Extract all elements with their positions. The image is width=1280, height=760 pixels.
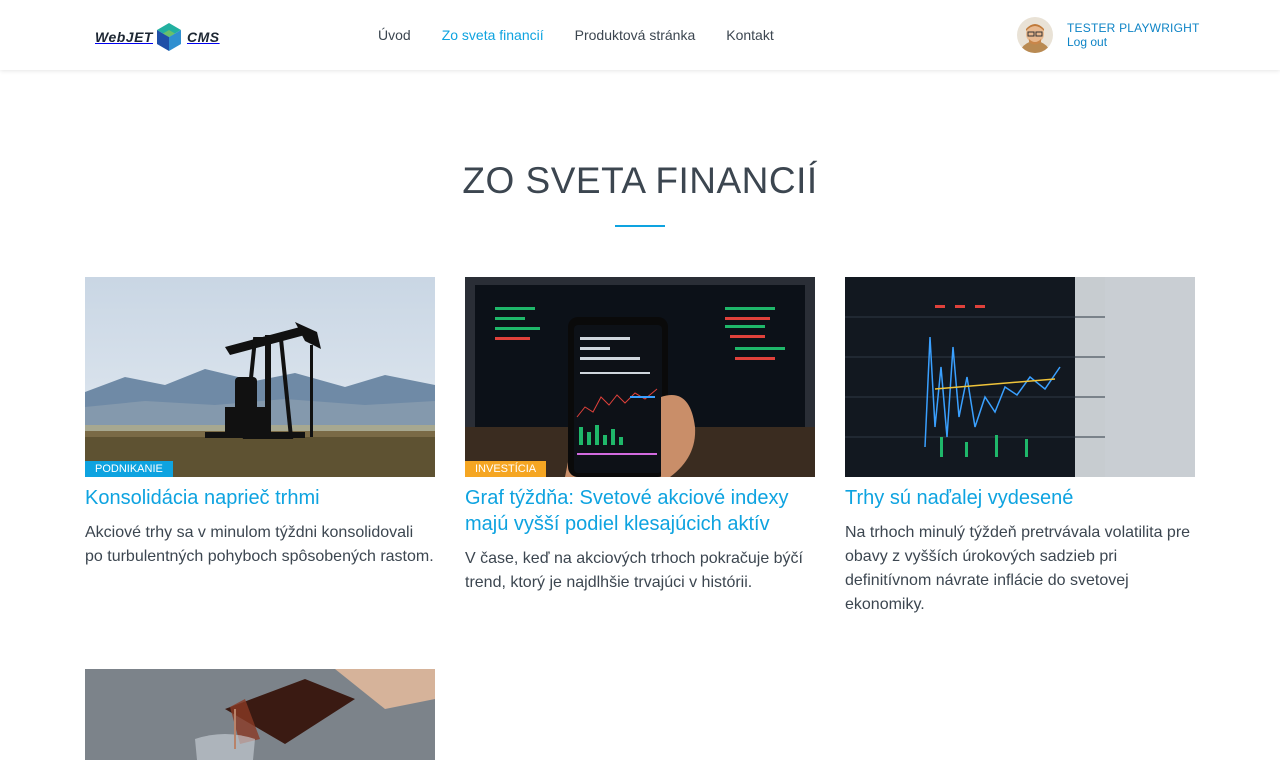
user-menu: TESTER PLAYWRIGHT Log out [1017,17,1200,53]
article-card: INVESTÍCIA Graf týždňa: Svetové akciové … [465,277,815,595]
page-title: ZO SVETA FINANCIÍ [462,160,818,201]
category-badge[interactable]: INVESTÍCIA [465,461,547,477]
nav-item-kontakt[interactable]: Kontakt [726,27,773,43]
nav-item-produktova-stranka[interactable]: Produktová stránka [575,27,696,43]
nav-item-uvod[interactable]: Úvod [378,27,411,43]
article-image-trading-screen[interactable] [845,277,1195,477]
title-divider [615,225,665,227]
main-nav: Úvod Zo sveta financií Produktová stránk… [378,27,805,43]
article-excerpt: V čase, keď na akciových trhoch pokračuj… [465,550,803,591]
article-excerpt: Na trhoch minulý týždeň pretrvávala vola… [845,524,1191,613]
user-name[interactable]: TESTER PLAYWRIGHT [1067,21,1200,35]
logo-text-right: CMS [186,29,220,45]
article-title[interactable]: Trhy sú naďalej vydesené [845,485,1195,511]
article-card: Trhy sú naďalej vydesené Na trhoch minul… [845,277,1195,617]
article-title[interactable]: Graf týždňa: Svetové akciové indexy majú… [465,485,815,537]
article-excerpt: Akciové trhy sa v minulom týždni konsoli… [85,524,434,565]
logout-link[interactable]: Log out [1067,35,1200,49]
user-info: TESTER PLAYWRIGHT Log out [1067,21,1200,49]
avatar[interactable] [1017,17,1053,53]
category-badge[interactable]: PODNIKANIE [85,461,173,477]
article-image-wine-pour[interactable] [85,669,435,760]
article-title[interactable]: Konsolidácia naprieč trhmi [85,485,435,511]
article-image-phone-chart[interactable]: INVESTÍCIA [465,277,815,477]
logo-cube-icon [156,23,181,51]
article-image-oil-pump[interactable]: PODNIKANIE [85,277,435,477]
site-header: WebJET CMS Úvod Zo sveta financií Produk… [0,0,1280,70]
article-card [85,669,435,760]
nav-item-zo-sveta-financii[interactable]: Zo sveta financií [442,27,544,43]
logo-text-left: WebJET [95,29,153,45]
article-card: PODNIKANIE Konsolidácia naprieč trhmi Ak… [85,277,435,569]
site-logo[interactable]: WebJET CMS [95,22,220,52]
